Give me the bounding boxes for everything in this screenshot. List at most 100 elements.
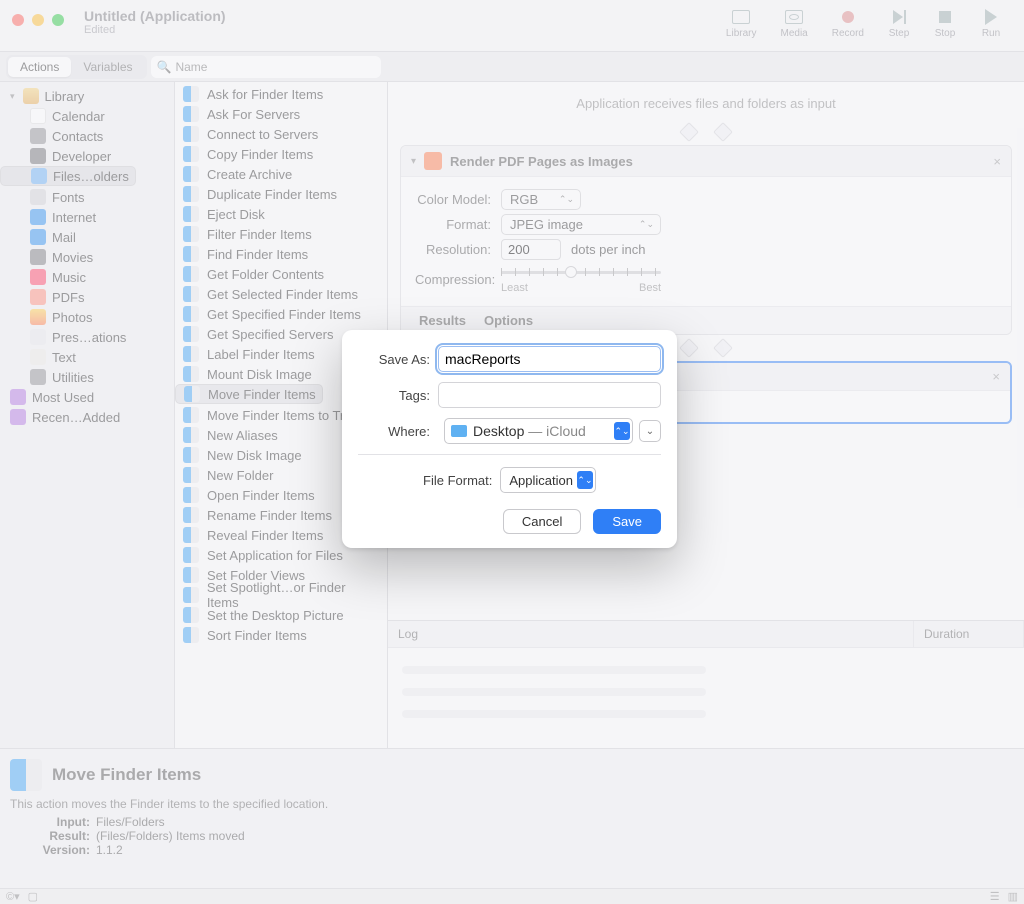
presentations-icon — [30, 329, 46, 345]
action-list-item[interactable]: Get Folder Contents — [175, 264, 387, 284]
action-list-item[interactable]: Connect to Servers — [175, 124, 387, 144]
updown-icon: ⌃⌄ — [639, 219, 654, 230]
category-internet[interactable]: Internet — [0, 207, 174, 227]
action-list-label: Get Selected Finder Items — [207, 287, 358, 302]
action-list-item[interactable]: Create Archive — [175, 164, 387, 184]
close-icon[interactable]: × — [993, 154, 1001, 169]
action-list-item[interactable]: Duplicate Finder Items — [175, 184, 387, 204]
finder-icon — [183, 427, 199, 443]
action-list-label: New Folder — [207, 468, 273, 483]
actions-tab[interactable]: Actions — [8, 57, 71, 77]
where-select[interactable]: Desktop — iCloud ⌃⌄ — [444, 418, 633, 444]
log-view-icon[interactable]: ▥ — [1008, 890, 1018, 903]
finder-icon — [183, 86, 199, 102]
finder-icon — [183, 266, 199, 282]
log-row-stub — [402, 688, 706, 696]
action-list-item[interactable]: Sort Finder Items — [175, 625, 387, 645]
file-format-label: File Format: — [423, 473, 492, 488]
finder-icon — [183, 346, 199, 362]
fonts-icon — [30, 189, 46, 205]
category-most-used[interactable]: Most Used — [0, 387, 174, 407]
action-list-item[interactable]: Set Application for Files — [175, 545, 387, 565]
media-toolbar-button[interactable]: Media — [781, 8, 808, 39]
zoom-window-button[interactable] — [52, 14, 64, 26]
search-input[interactable] — [175, 60, 380, 74]
category-files-folders[interactable]: Files…olders — [0, 166, 136, 186]
category-photos[interactable]: Photos — [0, 307, 174, 327]
category-text[interactable]: Text — [0, 347, 174, 367]
action-list-item[interactable]: Set Spotlight…or Finder Items — [175, 585, 387, 605]
action-list-item[interactable]: Get Specified Finder Items — [175, 304, 387, 324]
library-root[interactable]: ▾ Library — [0, 86, 174, 106]
results-tab[interactable]: Results — [419, 313, 466, 328]
save-button[interactable]: Save — [593, 509, 661, 534]
copyright-icon[interactable]: ©▾ — [6, 890, 20, 903]
category-utilities[interactable]: Utilities — [0, 367, 174, 387]
list-view-icon[interactable]: ☰ — [990, 890, 1000, 903]
category-recently-added[interactable]: Recen…Added — [0, 407, 174, 427]
close-window-button[interactable] — [12, 14, 24, 26]
updown-icon: ⌃⌄ — [614, 422, 630, 440]
category-calendar[interactable]: Calendar — [0, 106, 174, 126]
compression-slider[interactable] — [501, 264, 997, 280]
finder-icon — [183, 146, 199, 162]
category-presentations[interactable]: Pres…ations — [0, 327, 174, 347]
action-list-label: New Aliases — [207, 428, 278, 443]
color-model-select[interactable]: RGB⌃⌄ — [501, 189, 581, 210]
category-contacts[interactable]: Contacts — [0, 126, 174, 146]
action-list-item[interactable]: Find Finder Items — [175, 244, 387, 264]
library-toolbar-button[interactable]: Library — [726, 8, 757, 39]
resolution-input[interactable] — [501, 239, 561, 260]
action-list-label: Connect to Servers — [207, 127, 318, 142]
smart-folder-icon — [10, 389, 26, 405]
action-list-label: Open Finder Items — [207, 488, 315, 503]
search-icon: 🔍 — [157, 60, 172, 74]
category-movies[interactable]: Movies — [0, 247, 174, 267]
format-select[interactable]: JPEG image⌃⌄ — [501, 214, 661, 235]
category-pdfs[interactable]: PDFs — [0, 287, 174, 307]
category-music[interactable]: Music — [0, 267, 174, 287]
action-list-item[interactable]: Ask For Servers — [175, 104, 387, 124]
updown-icon: ⌃⌄ — [559, 194, 574, 205]
run-toolbar-button[interactable]: Run — [980, 8, 1002, 39]
close-icon[interactable]: × — [992, 369, 1000, 384]
action-list-item[interactable]: Filter Finder Items — [175, 224, 387, 244]
action-list-label: Label Finder Items — [207, 347, 315, 362]
step-toolbar-button[interactable]: Step — [888, 8, 910, 39]
finder-icon — [183, 507, 199, 523]
category-mail[interactable]: Mail — [0, 227, 174, 247]
finder-icon — [183, 306, 199, 322]
action-list-item[interactable]: Copy Finder Items — [175, 144, 387, 164]
library-icon — [730, 8, 752, 26]
contacts-icon — [30, 128, 46, 144]
record-toolbar-button[interactable]: Record — [832, 8, 864, 39]
category-developer[interactable]: Developer — [0, 146, 174, 166]
stop-toolbar-button[interactable]: Stop — [934, 8, 956, 39]
action-list-label: Duplicate Finder Items — [207, 187, 337, 202]
statusbar-icon[interactable]: ▢ — [28, 890, 38, 903]
action-list-item[interactable]: Ask for Finder Items — [175, 84, 387, 104]
finder-icon — [183, 527, 199, 543]
action-render-pdf[interactable]: ▾ Render PDF Pages as Images × Color Mod… — [400, 145, 1012, 335]
file-format-select[interactable]: Application ⌃⌄ — [500, 467, 596, 493]
expand-browser-button[interactable]: ⌄ — [639, 420, 661, 442]
save-as-input[interactable] — [438, 346, 661, 372]
options-tab[interactable]: Options — [484, 313, 533, 328]
search-field[interactable]: 🔍 — [151, 56, 381, 78]
finder-icon — [183, 407, 199, 423]
chevron-down-icon: ▾ — [10, 91, 15, 102]
action-list-item[interactable]: Eject Disk — [175, 204, 387, 224]
action-list-item[interactable]: Move Finder Items — [175, 384, 323, 404]
category-fonts[interactable]: Fonts — [0, 187, 174, 207]
action-list-item[interactable]: Get Selected Finder Items — [175, 284, 387, 304]
finder-icon — [183, 326, 199, 342]
action-list-label: Eject Disk — [207, 207, 265, 222]
cancel-button[interactable]: Cancel — [503, 509, 581, 534]
chevron-down-icon[interactable]: ▾ — [411, 156, 416, 167]
tags-input[interactable] — [438, 382, 661, 408]
slider-thumb-icon[interactable] — [565, 266, 577, 278]
minimize-window-button[interactable] — [32, 14, 44, 26]
variables-tab[interactable]: Variables — [71, 57, 144, 77]
toolbar: Library Media Record Step Stop Run — [726, 8, 1002, 39]
developer-icon — [30, 148, 46, 164]
